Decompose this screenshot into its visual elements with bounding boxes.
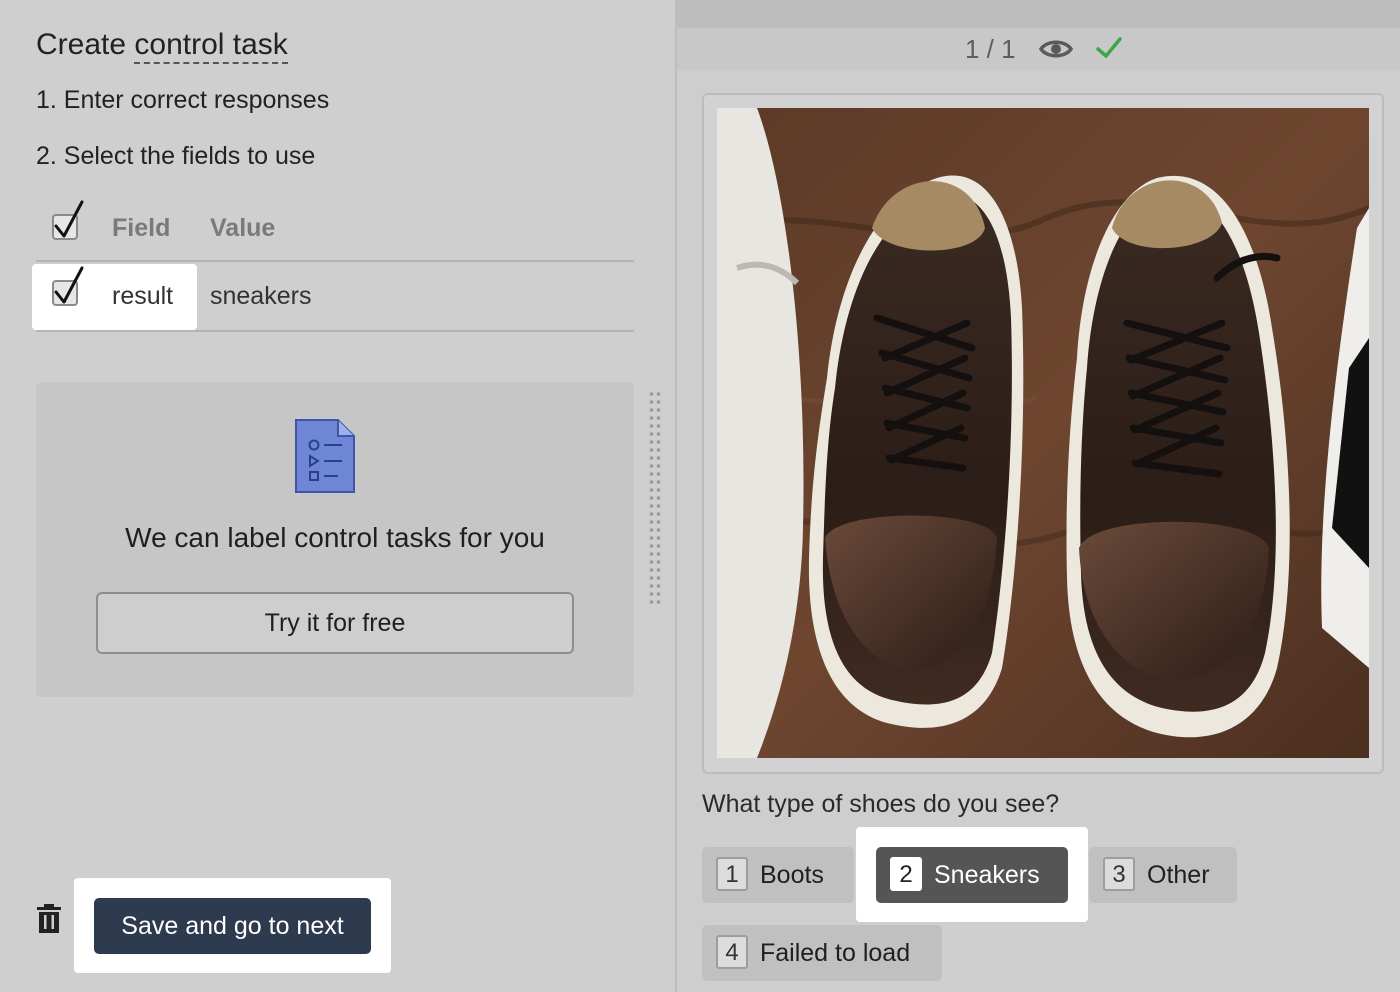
trash-icon[interactable] xyxy=(36,904,62,939)
step-2-text: 2. Select the fields to use xyxy=(36,142,316,170)
preview-toolbar: 1 / 1 xyxy=(677,28,1400,70)
option-label: Other xyxy=(1147,861,1210,889)
task-question: What type of shoes do you see? xyxy=(702,790,1060,818)
labeling-promo-card: We can label control tasks for you Try i… xyxy=(36,382,634,697)
panel-resize-handle[interactable] xyxy=(648,390,662,604)
column-header-field: Field xyxy=(112,214,171,242)
page-title: Create control task xyxy=(36,28,288,64)
shoes-photo xyxy=(717,108,1369,758)
option-boots[interactable]: 1 Boots xyxy=(702,847,854,903)
preview-top-bar xyxy=(677,0,1400,28)
save-button-highlight: Save and go to next xyxy=(74,878,391,973)
task-preview-panel: 1 / 1 What type of shoes do you see? 1 B… xyxy=(675,0,1400,992)
hotkey-badge: 2 xyxy=(890,857,922,891)
promo-text: We can label control tasks for you xyxy=(125,522,545,553)
option-label: Sneakers xyxy=(934,861,1040,889)
option-other[interactable]: 3 Other xyxy=(1089,847,1237,903)
checkmark-icon xyxy=(54,266,84,304)
field-value: sneakers xyxy=(210,282,312,310)
hotkey-badge: 3 xyxy=(1103,857,1135,891)
field-name: result xyxy=(112,282,174,310)
eye-icon[interactable] xyxy=(1038,38,1074,65)
hotkey-badge: 4 xyxy=(716,935,748,969)
column-header-value: Value xyxy=(210,214,276,242)
control-task-help-link[interactable]: control task xyxy=(134,28,288,64)
checkmark-icon xyxy=(54,200,84,238)
option-sneakers[interactable]: 2 Sneakers xyxy=(876,847,1068,903)
task-pager: 1 / 1 xyxy=(965,34,1016,64)
option-label: Boots xyxy=(760,861,824,889)
step-1-text: 1. Enter correct responses xyxy=(36,86,330,114)
hotkey-badge: 1 xyxy=(716,857,748,891)
field-result-checkbox[interactable] xyxy=(52,266,84,306)
save-and-next-button[interactable]: Save and go to next xyxy=(94,898,371,954)
control-task-panel: Create control task 1. Enter correct res… xyxy=(0,0,675,992)
fields-table-header: Field Value xyxy=(36,200,634,262)
option-label: Failed to load xyxy=(760,939,911,967)
image-frame xyxy=(702,93,1384,774)
try-for-free-button[interactable]: Try it for free xyxy=(96,592,574,654)
title-prefix: Create xyxy=(36,28,135,61)
option-failed-to-load[interactable]: 4 Failed to load xyxy=(702,925,942,981)
table-row: result sneakers xyxy=(32,262,634,332)
checkmark-icon xyxy=(1095,36,1123,65)
document-checklist-icon xyxy=(294,418,356,499)
selected-option-highlight: 2 Sneakers xyxy=(856,827,1088,922)
select-all-checkbox[interactable] xyxy=(52,200,84,240)
